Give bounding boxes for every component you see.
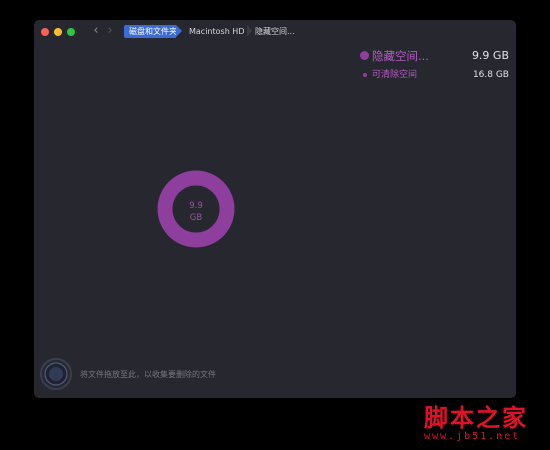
legend-value: 9.9 GB xyxy=(471,49,509,62)
legend-dot xyxy=(360,51,369,60)
legend-label: 可清除空间 xyxy=(372,70,418,80)
donut-value: 9.9 xyxy=(189,201,203,211)
chevron-left-icon[interactable]: ‹ xyxy=(90,23,102,39)
donut-unit: GB xyxy=(189,213,203,223)
drop-hint-text: 将文件拖放至此，以收集要删除的文件 xyxy=(80,370,216,379)
drop-target-icon[interactable] xyxy=(40,358,72,390)
chevron-right-icon[interactable]: › xyxy=(104,23,116,39)
minimize-window-button[interactable] xyxy=(54,28,62,36)
close-window-button[interactable] xyxy=(41,28,49,36)
breadcrumb-item-macintosh-hd[interactable]: Macintosh HD xyxy=(189,25,251,38)
watermark-url: www.jb51.net xyxy=(424,431,521,442)
breadcrumb-item-disks[interactable]: 磁盘和文件夹 xyxy=(124,25,177,38)
legend-value: 16.8 GB xyxy=(472,70,509,80)
breadcrumb-item-hidden-space[interactable]: 隐藏空间... xyxy=(255,25,315,38)
legend-label: 隐藏空间... xyxy=(372,49,429,63)
app-window: ‹ › 磁盘和文件夹 Macintosh HD 隐藏空间... 隐藏空间... … xyxy=(34,20,516,398)
breadcrumb-separator xyxy=(247,25,252,37)
legend-dot-small xyxy=(363,73,367,77)
legend-item-hidden-space[interactable]: 隐藏空间... 9.9 GB xyxy=(360,48,509,64)
breadcrumb-arrow xyxy=(176,25,182,37)
watermark-title: 脚本之家 xyxy=(424,403,528,432)
titlebar: ‹ › 磁盘和文件夹 Macintosh HD 隐藏空间... xyxy=(34,20,516,44)
legend-item-purgeable-space[interactable]: 可清除空间 16.8 GB xyxy=(360,68,509,82)
maximize-window-button[interactable] xyxy=(67,28,75,36)
